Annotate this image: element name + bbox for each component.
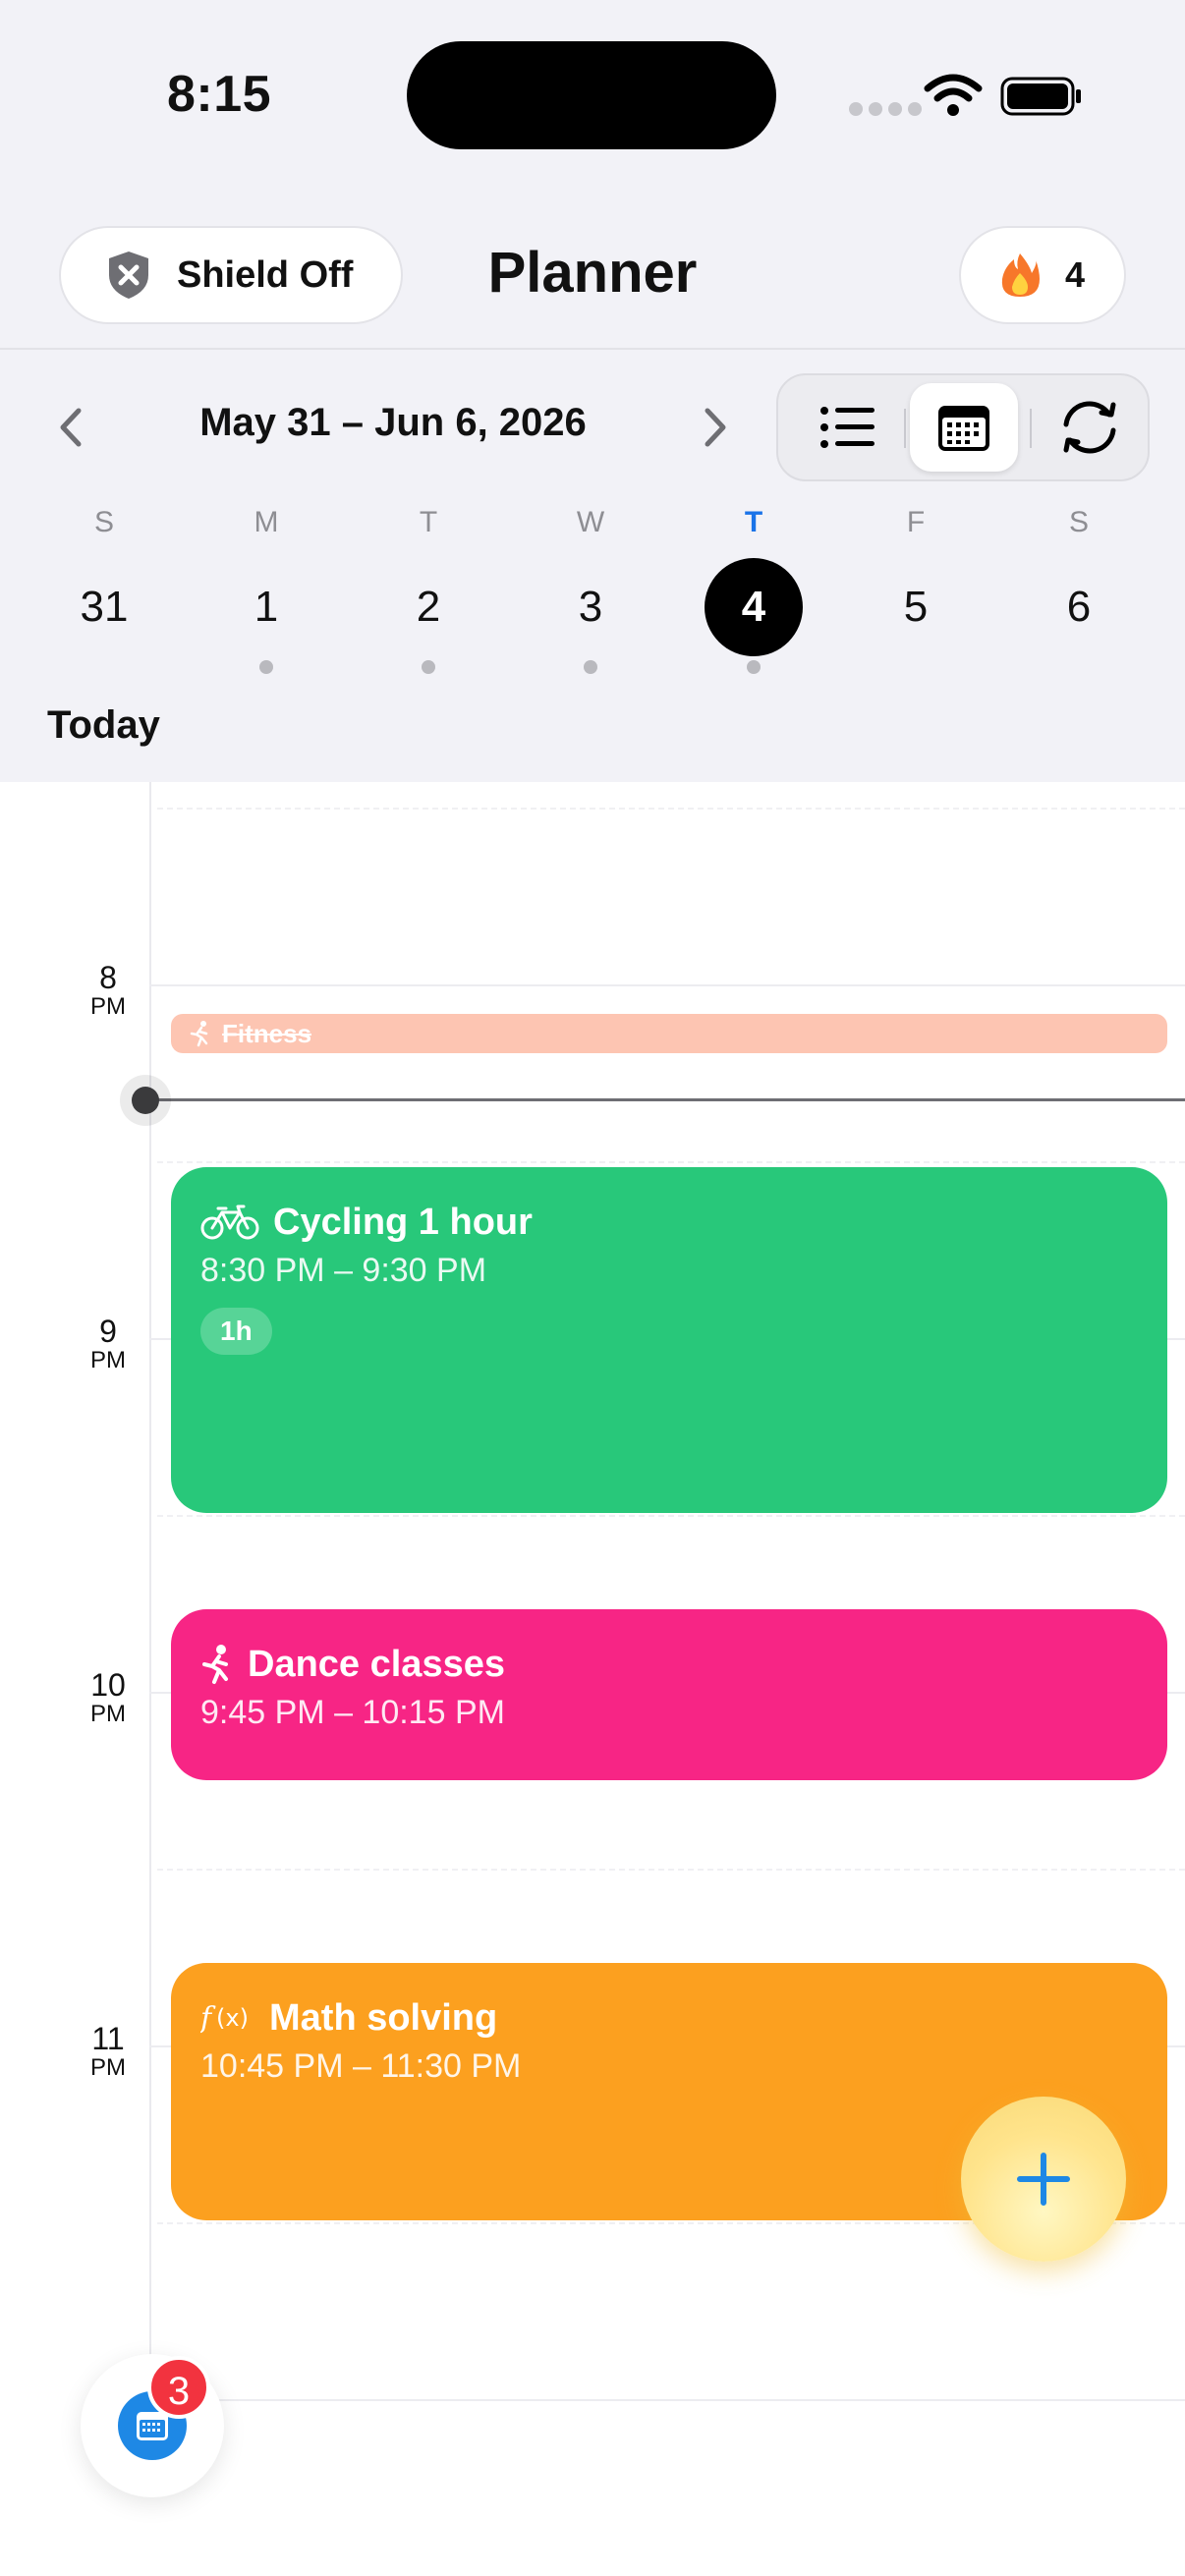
- event-title: Dance classes: [248, 1643, 505, 1685]
- streak-count: 4: [1064, 254, 1086, 295]
- streak-button[interactable]: 4: [959, 226, 1126, 324]
- running-icon: [202, 1645, 228, 1684]
- day-cell-selected[interactable]: T 4: [695, 501, 813, 674]
- calendar-view-button[interactable]: [910, 383, 1018, 472]
- day-number: 5: [903, 583, 929, 631]
- day-event-dot: [1072, 660, 1086, 674]
- shield-label: Shield Off: [177, 253, 354, 296]
- dynamic-island: [407, 41, 776, 149]
- day-event-dot: [259, 660, 273, 674]
- view-separator: [904, 409, 906, 448]
- current-time-line: [143, 1098, 1185, 1101]
- status-bar: 8:15: [0, 0, 1185, 196]
- event-title: Cycling 1 hour: [273, 1201, 533, 1243]
- day-event-dot: [422, 660, 435, 674]
- current-time-dot: [132, 1087, 159, 1114]
- day-event-dot: [747, 660, 761, 674]
- day-name: S: [93, 506, 114, 538]
- day-number: 6: [1066, 583, 1092, 631]
- function-icon: ƒ (x): [200, 2001, 249, 2036]
- week-navigation: May 31 – Jun 6, 2026: [0, 364, 1185, 481]
- app-header: Shield Off Planner 4: [0, 216, 1185, 334]
- day-number: 4: [705, 558, 803, 656]
- half-hour-gridline: [157, 1515, 1185, 1517]
- flame-icon: [1001, 253, 1040, 297]
- hour-number: 9: [99, 1314, 117, 1349]
- hour-meridiem: PM: [90, 993, 126, 1020]
- bicycle-icon: [200, 1204, 259, 1240]
- day-number: 1: [254, 583, 279, 631]
- week-day-selector: S 31 M 1 T 2 W 3 T 4 F 5 S 6: [0, 501, 1185, 678]
- day-cell[interactable]: W 3: [532, 501, 649, 674]
- hour-meridiem: PM: [90, 1347, 126, 1373]
- day-event-dot: [97, 660, 111, 674]
- event-time: 9:45 PM – 10:15 PM: [200, 1694, 505, 1731]
- event-fitness[interactable]: Fitness: [171, 1014, 1167, 1053]
- event-title: Math solving: [269, 1996, 498, 2039]
- event-time: 10:45 PM – 11:30 PM: [200, 2047, 522, 2085]
- day-event-dot: [584, 660, 597, 674]
- day-cell[interactable]: S 31: [45, 501, 163, 674]
- svg-text:ƒ: ƒ: [200, 2001, 216, 2036]
- hour-meridiem: PM: [90, 1701, 126, 1727]
- status-time: 8:15: [167, 66, 272, 123]
- shield-toggle-button[interactable]: Shield Off: [59, 226, 403, 324]
- sync-button[interactable]: [1036, 383, 1144, 472]
- day-name: T: [744, 506, 763, 538]
- day-name: T: [419, 506, 438, 538]
- hour-gridline: [149, 984, 1185, 986]
- list-icon: [820, 407, 875, 448]
- day-number: 2: [416, 583, 441, 631]
- day-cell[interactable]: S 6: [1020, 501, 1138, 674]
- event-title: Fitness: [222, 1018, 312, 1048]
- week-range-label: May 31 – Jun 6, 2026: [199, 401, 587, 444]
- shield-off-icon: [109, 252, 148, 299]
- event-dance[interactable]: Dance classes 9:45 PM – 10:15 PM: [171, 1609, 1167, 1780]
- calendar-icon: [938, 406, 989, 451]
- half-hour-gridline: [157, 1161, 1185, 1163]
- day-cell[interactable]: F 5: [857, 501, 975, 674]
- view-mode-toggle: [776, 373, 1150, 481]
- day-name: S: [1068, 506, 1089, 538]
- hour-label: 9 PM: [69, 1315, 147, 1373]
- list-view-button[interactable]: [794, 383, 902, 472]
- header-divider: [0, 348, 1185, 350]
- day-name: M: [254, 506, 279, 538]
- inbox-count-badge: 3: [147, 2356, 210, 2419]
- sync-icon: [1063, 401, 1116, 454]
- day-number: 3: [578, 583, 603, 631]
- hour-number: 8: [99, 960, 117, 995]
- event-duration-badge: 1h: [200, 1308, 272, 1355]
- event-time: 8:30 PM – 9:30 PM: [200, 1252, 487, 1289]
- hour-number: 10: [90, 1667, 126, 1703]
- half-hour-gridline: [157, 808, 1185, 810]
- timeline-axis: [149, 782, 151, 2393]
- hour-gridline: [149, 2399, 1185, 2401]
- today-section-label: Today: [47, 703, 160, 747]
- hour-label: 10 PM: [69, 1668, 147, 1727]
- hour-number: 11: [91, 2021, 125, 2056]
- day-cell[interactable]: T 2: [369, 501, 487, 674]
- hour-meridiem: PM: [90, 2054, 126, 2081]
- cellular-signal-icon: [849, 102, 928, 121]
- wifi-icon: [924, 74, 983, 116]
- day-number: 31: [80, 583, 129, 631]
- svg-text:(x): (x): [216, 2004, 249, 2032]
- plus-icon: [1017, 2153, 1070, 2206]
- event-cycling[interactable]: Cycling 1 hour 8:30 PM – 9:30 PM 1h: [171, 1167, 1167, 1513]
- day-timeline[interactable]: 8 PM 9 PM 10 PM 11 PM Fitness Cycling 1 …: [0, 782, 1185, 2576]
- half-hour-gridline: [157, 1869, 1185, 1871]
- view-separator: [1030, 409, 1032, 448]
- battery-icon: [1000, 77, 1081, 116]
- day-event-dot: [909, 660, 923, 674]
- running-icon: [190, 1021, 208, 1047]
- day-name: F: [906, 506, 926, 538]
- day-cell[interactable]: M 1: [207, 501, 325, 674]
- hour-label: 8 PM: [69, 961, 147, 1020]
- hour-label: 11 PM: [69, 2022, 147, 2081]
- next-week-chevron-icon[interactable]: [696, 403, 735, 452]
- previous-week-chevron-icon[interactable]: [51, 403, 90, 452]
- add-event-button[interactable]: [961, 2097, 1126, 2262]
- day-name: W: [576, 506, 605, 538]
